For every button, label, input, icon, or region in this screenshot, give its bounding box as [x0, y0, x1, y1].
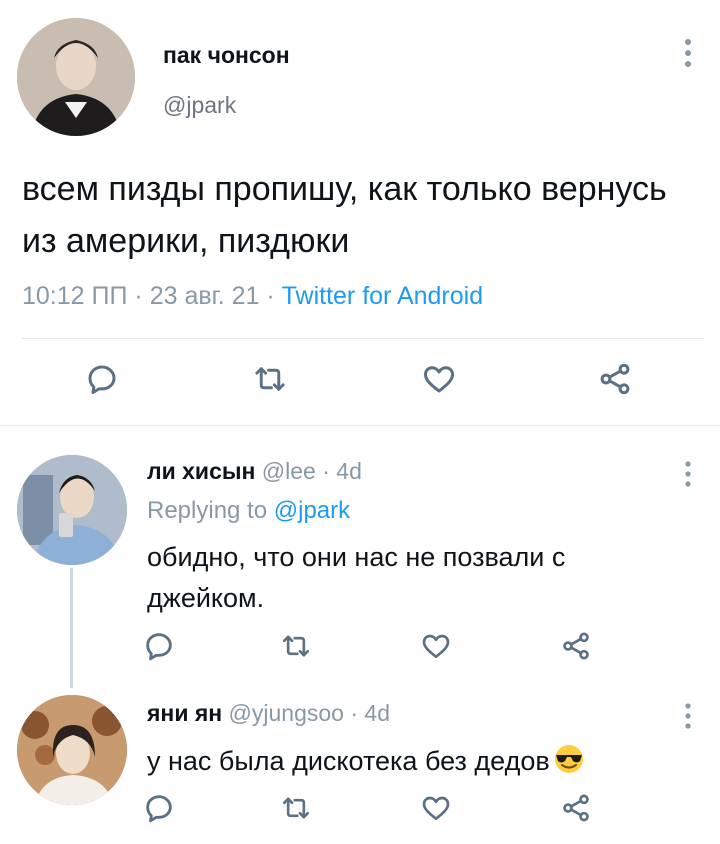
- replying-to: Replying to @jpark: [147, 497, 350, 525]
- reply-age[interactable]: 4d: [364, 700, 390, 726]
- thread-connector: [70, 568, 73, 688]
- retweet-icon[interactable]: [250, 359, 290, 399]
- reply-age[interactable]: 4d: [336, 458, 362, 484]
- like-icon[interactable]: [416, 626, 456, 666]
- retweet-icon[interactable]: [276, 626, 316, 666]
- more-options-icon[interactable]: [683, 38, 693, 72]
- reply-author-name[interactable]: ли хисын: [147, 458, 255, 484]
- retweet-icon[interactable]: [276, 788, 316, 828]
- tweet-source[interactable]: Twitter for Android: [282, 282, 483, 310]
- meta-separator: ·: [322, 458, 337, 484]
- more-options-icon[interactable]: [683, 702, 693, 734]
- reply-text: у нас была дискотека без дедов: [147, 741, 687, 782]
- reply-author-name[interactable]: яни ян: [147, 700, 222, 726]
- main-author-handle[interactable]: @jpark: [163, 92, 236, 119]
- reply-icon[interactable]: [139, 626, 179, 666]
- divider: [0, 425, 720, 426]
- main-author-avatar[interactable]: [17, 18, 135, 136]
- main-tweet-text: всем пизды пропишу, как только вернусь и…: [22, 170, 667, 260]
- divider: [22, 338, 704, 339]
- share-icon[interactable]: [595, 359, 635, 399]
- meta-separator: ·: [134, 282, 150, 310]
- more-options-icon[interactable]: [683, 460, 693, 492]
- tweet-time: 10:12 ПП: [22, 282, 128, 310]
- meta-separator: ·: [266, 282, 282, 310]
- sunglasses-emoji-icon: [552, 744, 586, 774]
- share-icon[interactable]: [556, 626, 596, 666]
- reply-icon[interactable]: [82, 359, 122, 399]
- main-author-name[interactable]: пак чонсон: [163, 42, 290, 69]
- reply-header: яни ян @yjungsoo · 4d: [147, 700, 390, 727]
- reply-header: ли хисын @lee · 4d: [147, 458, 362, 485]
- replying-to-handle[interactable]: @jpark: [274, 497, 350, 524]
- replying-to-label: Replying to: [147, 497, 268, 524]
- tweet-meta: 10:12 ПП · 23 авг. 21 · Twitter for Andr…: [22, 282, 483, 311]
- reply-author-handle[interactable]: @yjungsoo: [229, 700, 344, 726]
- tweet-date[interactable]: 23 авг. 21: [150, 282, 260, 310]
- reply-icon[interactable]: [139, 788, 179, 828]
- like-icon[interactable]: [419, 359, 459, 399]
- share-icon[interactable]: [556, 788, 596, 828]
- reply-author-avatar[interactable]: [17, 695, 127, 805]
- meta-separator: ·: [350, 700, 365, 726]
- reply-author-handle[interactable]: @lee: [262, 458, 316, 484]
- like-icon[interactable]: [416, 788, 456, 828]
- reply-author-avatar[interactable]: [17, 455, 127, 565]
- reply-text-body: у нас была дискотека без дедов: [147, 746, 550, 776]
- reply-text: обидно, что они нас не позвали с джейком…: [147, 542, 566, 613]
